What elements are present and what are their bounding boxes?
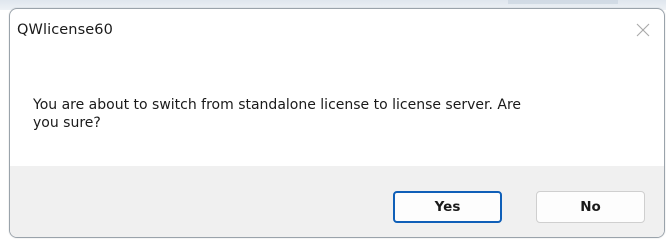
message-line-2: you sure? — [33, 115, 101, 131]
window-title: QWlicense60 — [17, 22, 113, 38]
close-button[interactable] — [628, 17, 658, 45]
dialog-message: You are about to switch from standalone … — [33, 96, 653, 132]
title-bar: QWlicense60 — [10, 9, 664, 53]
background-window-hint — [508, 0, 618, 4]
no-button[interactable]: No — [536, 191, 645, 223]
yes-button[interactable]: Yes — [393, 191, 502, 223]
close-icon — [636, 23, 650, 37]
message-line-1: You are about to switch from standalone … — [33, 97, 522, 113]
button-footer: Yes No — [10, 166, 664, 237]
message-box-dialog: QWlicense60 You are about to switch from… — [9, 8, 665, 238]
